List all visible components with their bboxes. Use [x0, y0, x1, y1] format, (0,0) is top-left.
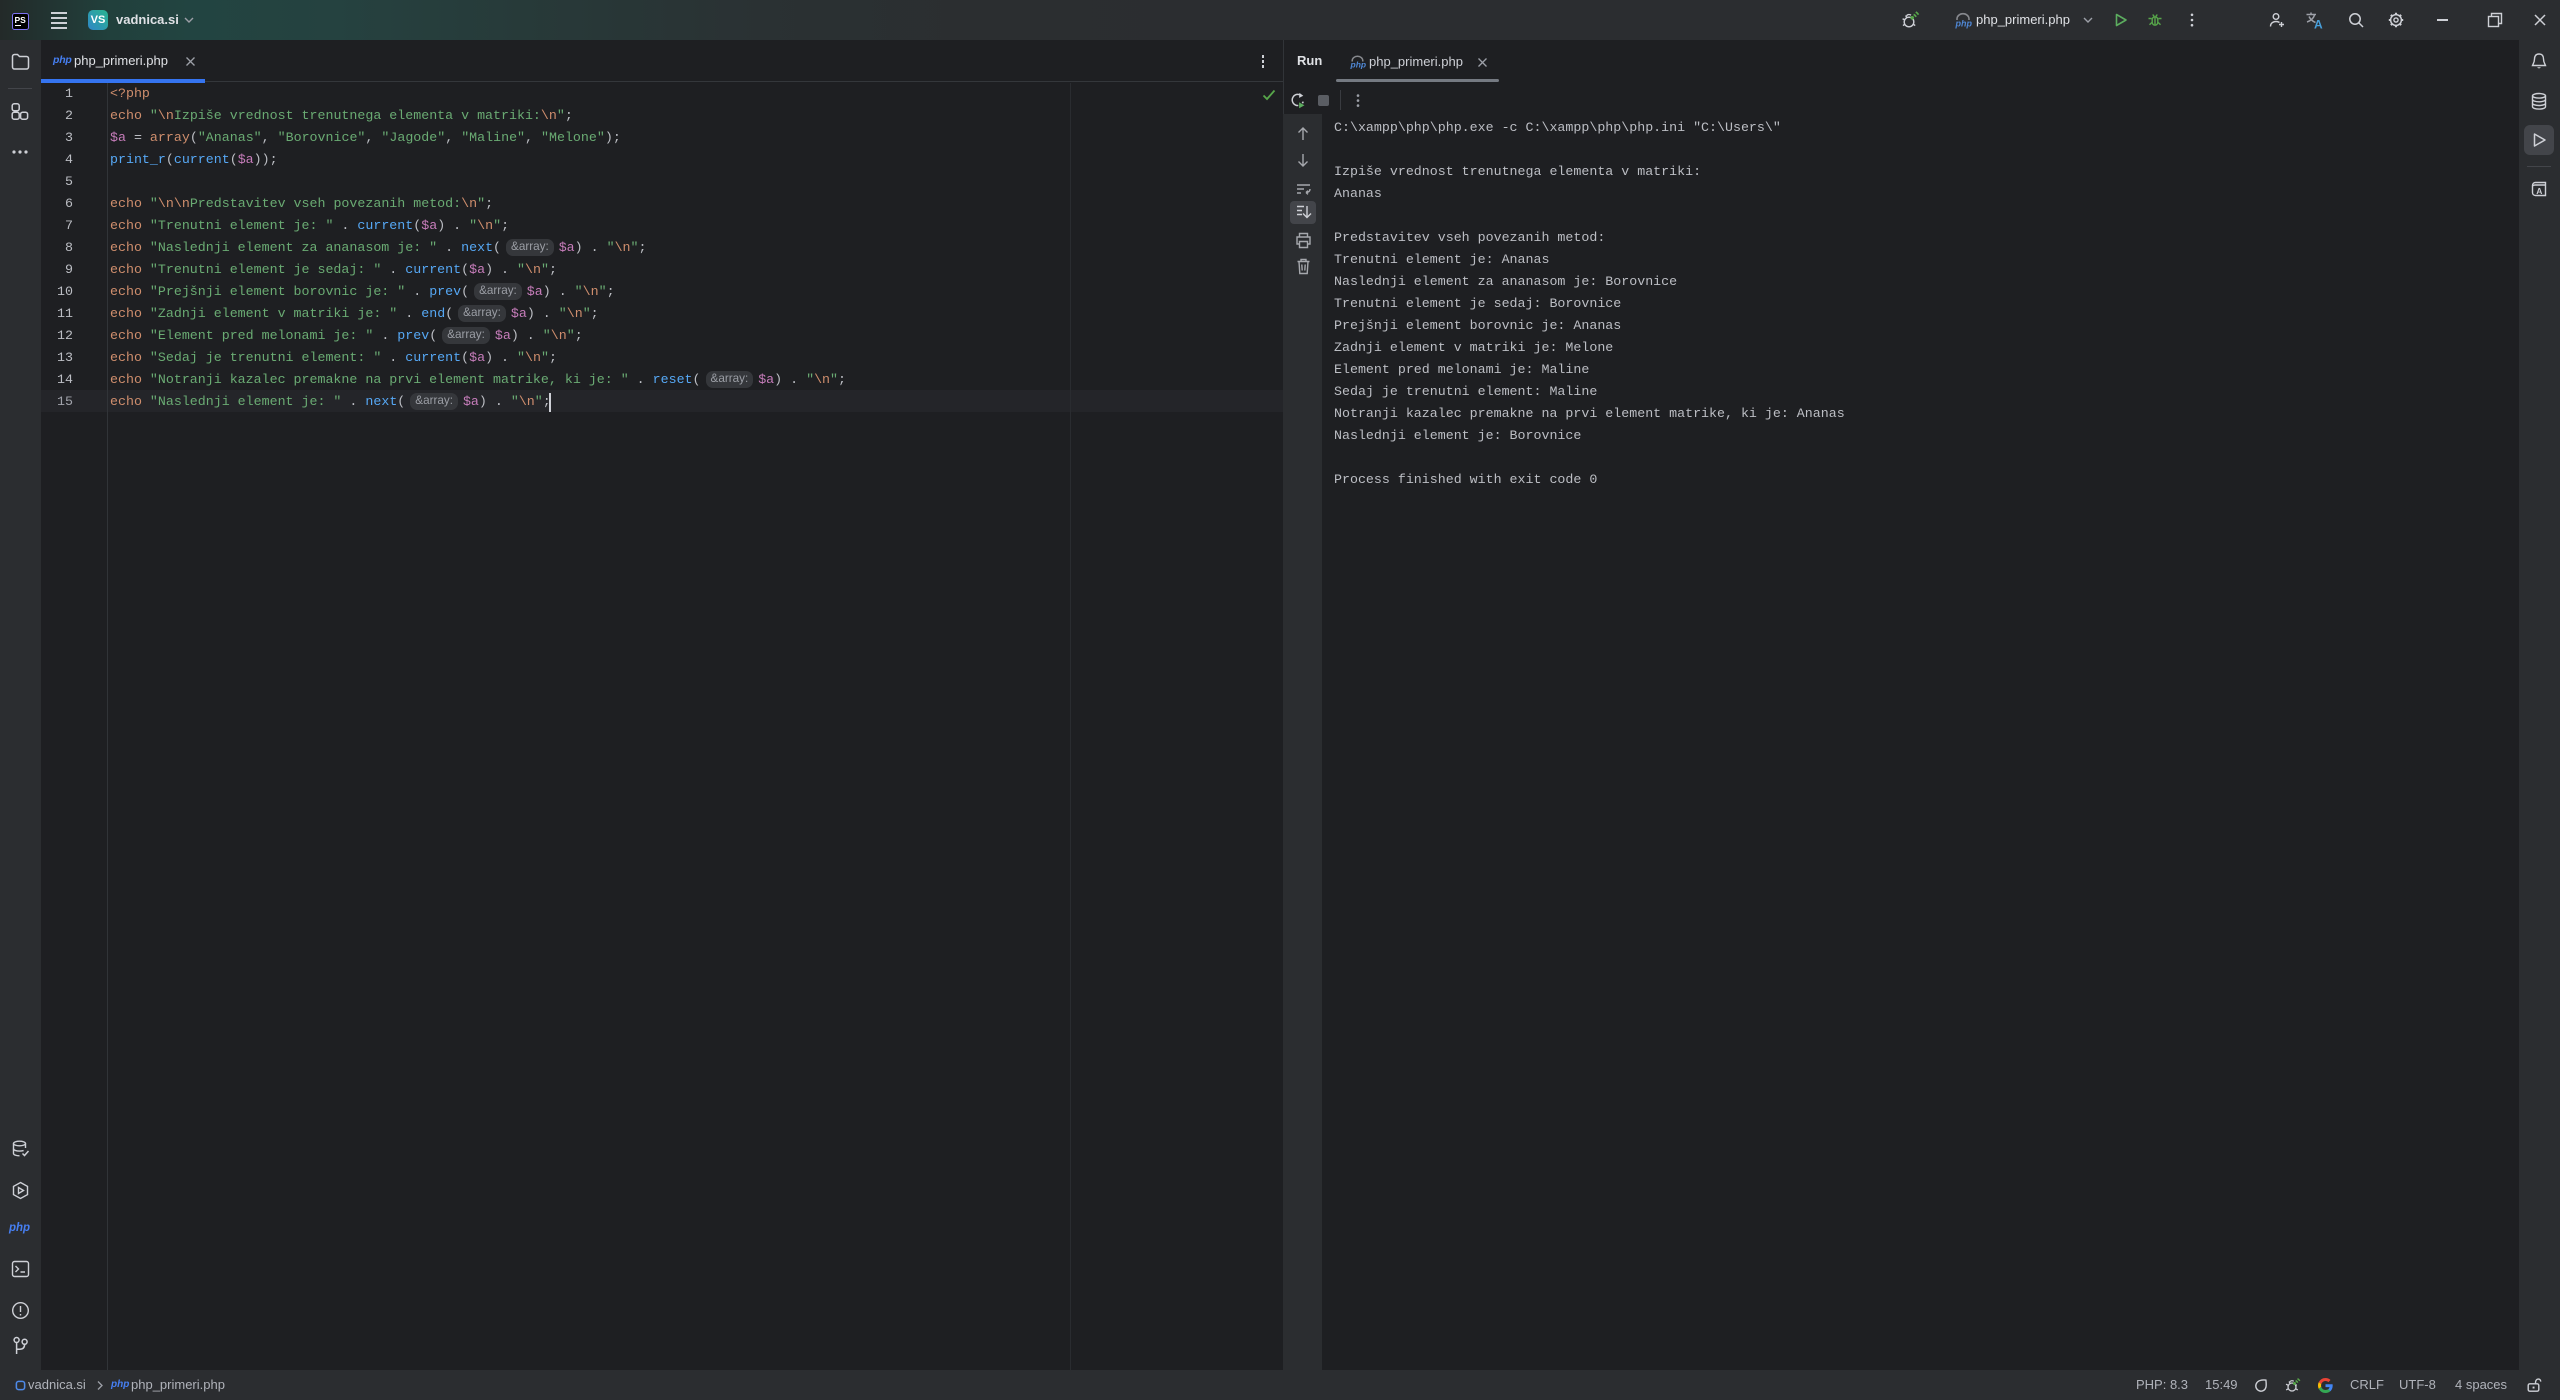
svg-text:php: php — [1350, 60, 1367, 70]
svg-text:A: A — [2314, 18, 2323, 31]
svg-text:A: A — [2536, 186, 2542, 196]
svg-text:php: php — [1955, 19, 1973, 29]
